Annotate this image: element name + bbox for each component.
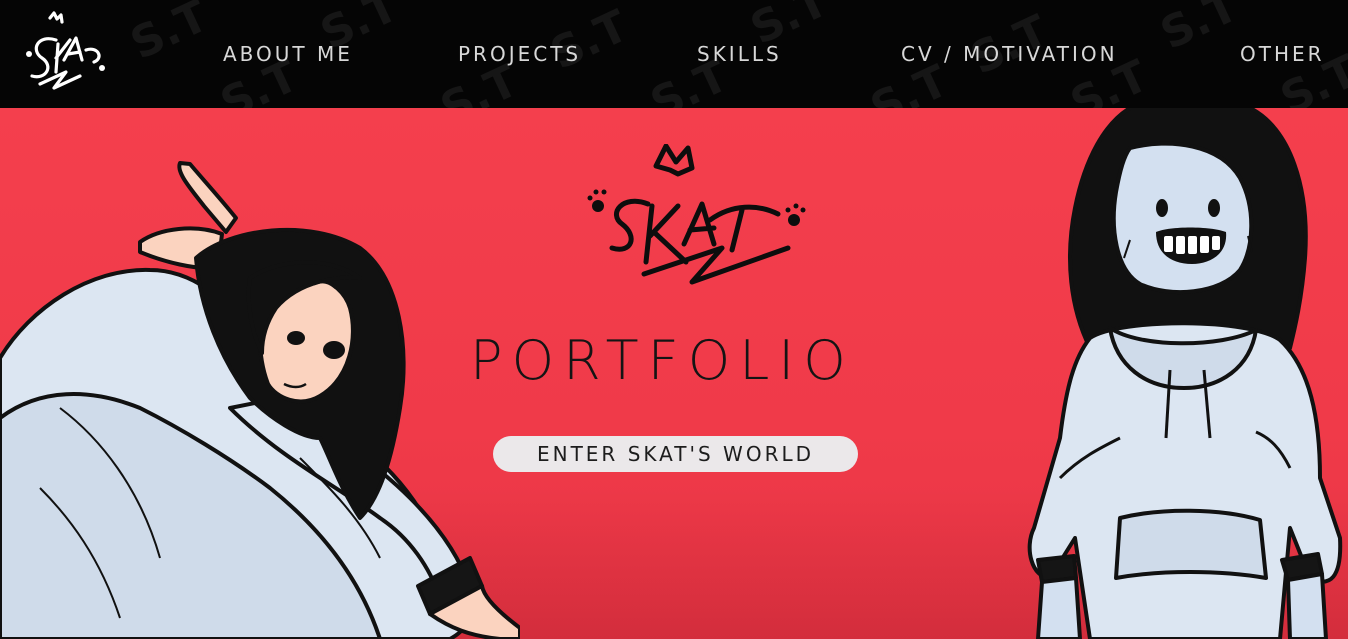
left-character-illustration xyxy=(0,161,520,639)
nav-cv-motivation[interactable]: CV / MOTIVATION xyxy=(901,42,1118,66)
nav-pattern-background: S.T S.T S.T S.T S.T S.T S.T S.T S.T S.T … xyxy=(123,0,1348,108)
right-character-illustration xyxy=(1027,108,1343,639)
hero-section: PORTFOLIO ENTER SKAT'S WORLD xyxy=(0,108,1348,639)
skat-logo-icon[interactable] xyxy=(20,10,112,98)
portfolio-title: PORTFOLIO xyxy=(470,329,855,392)
svg-text:S.T: S.T xyxy=(123,0,216,70)
skat-crown-logo-icon xyxy=(587,144,806,285)
nav-projects[interactable]: PROJECTS xyxy=(458,42,581,66)
enter-world-button[interactable]: ENTER SKAT'S WORLD xyxy=(493,436,858,472)
svg-text:S.T: S.T xyxy=(543,1,636,80)
nav-other[interactable]: OTHER xyxy=(1240,42,1325,66)
navbar: S.T S.T S.T S.T S.T S.T S.T S.T S.T S.T … xyxy=(0,0,1348,108)
nav-about-me[interactable]: ABOUT ME xyxy=(223,42,353,66)
nav-skills[interactable]: SKILLS xyxy=(697,42,782,66)
page: S.T S.T S.T S.T S.T S.T S.T S.T S.T S.T … xyxy=(0,0,1348,639)
svg-text:S.T: S.T xyxy=(1153,0,1246,60)
